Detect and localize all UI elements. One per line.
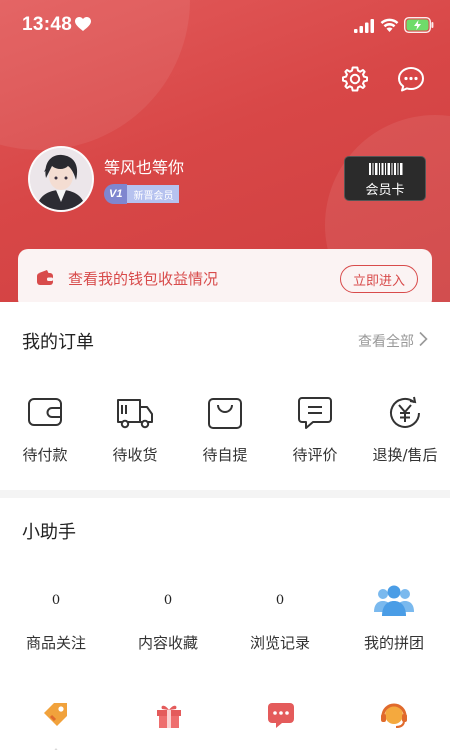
profile-header: 13:48 等风也等你 V1 新晋会员 会员卡 查看我的钱包收益情况 立即进入 bbox=[0, 0, 450, 302]
stat-label: 浏览记录 bbox=[249, 634, 310, 652]
wallet-icon bbox=[28, 398, 62, 426]
stat-value: 0 bbox=[51, 593, 61, 608]
customer-service-icon[interactable] bbox=[379, 700, 409, 730]
order-label: 待收货 bbox=[112, 446, 158, 464]
stat-browse-history[interactable]: 0 浏览记录 bbox=[224, 590, 336, 660]
member-level-badge[interactable]: V1 新晋会员 bbox=[104, 183, 180, 205]
barcode-icon bbox=[369, 163, 403, 175]
wifi-icon bbox=[380, 18, 399, 32]
level-name: 新晋会员 bbox=[127, 185, 180, 203]
heart-icon bbox=[75, 17, 91, 31]
partial-icon bbox=[54, 748, 58, 750]
status-bar: 13:48 bbox=[0, 0, 450, 52]
username: 等风也等你 bbox=[104, 158, 185, 177]
bag-icon bbox=[208, 398, 242, 429]
wallet-banner[interactable]: 查看我的钱包收益情况 立即进入 bbox=[18, 249, 432, 302]
settings-gear-icon[interactable] bbox=[341, 65, 369, 93]
partial-icon bbox=[268, 740, 294, 750]
coupon-tag-icon[interactable] bbox=[41, 700, 71, 730]
order-label: 待评价 bbox=[292, 446, 338, 464]
order-returns-aftersales[interactable]: 退换/售后 bbox=[360, 394, 450, 484]
status-time: 13:48 bbox=[22, 14, 73, 35]
stat-label: 我的拼团 bbox=[363, 634, 424, 652]
vip-card-button[interactable]: 会员卡 bbox=[344, 156, 426, 201]
orders-section: 我的订单 查看全部 待付款 待收货 待自提 待评价 退换/售后 bbox=[0, 302, 450, 490]
order-label: 待付款 bbox=[22, 446, 68, 464]
stat-content-favorites[interactable]: 0 内容收藏 bbox=[112, 590, 224, 660]
section-divider bbox=[0, 490, 450, 498]
chat-bubble-icon[interactable] bbox=[266, 700, 296, 730]
order-pending-payment[interactable]: 待付款 bbox=[0, 394, 90, 484]
order-label: 待自提 bbox=[202, 446, 248, 464]
stat-label: 商品关注 bbox=[25, 634, 86, 652]
vip-card-label: 会员卡 bbox=[365, 183, 405, 198]
stat-label: 内容收藏 bbox=[137, 634, 198, 652]
avatar[interactable] bbox=[28, 146, 94, 212]
group-icon bbox=[374, 585, 414, 616]
order-pending-review[interactable]: 待评价 bbox=[270, 394, 360, 484]
yen-refund-icon bbox=[390, 396, 420, 428]
signal-icon bbox=[354, 19, 374, 33]
gift-icon[interactable] bbox=[154, 700, 184, 730]
message-icon[interactable] bbox=[397, 65, 425, 93]
avatar-illustration bbox=[30, 148, 92, 210]
order-label: 退换/售后 bbox=[372, 446, 438, 464]
battery-charging-icon bbox=[404, 17, 434, 33]
partial-icon bbox=[381, 740, 407, 750]
truck-icon bbox=[117, 399, 153, 429]
partial-icon bbox=[156, 740, 182, 750]
wallet-enter-button[interactable]: 立即进入 bbox=[340, 265, 418, 293]
stat-value: 0 bbox=[275, 593, 285, 608]
order-self-pickup[interactable]: 待自提 bbox=[180, 394, 270, 484]
chevron-right-icon[interactable] bbox=[418, 331, 428, 347]
stat-product-follows[interactable]: 0 商品关注 bbox=[0, 590, 112, 660]
comment-icon bbox=[298, 397, 332, 429]
wallet-icon bbox=[37, 270, 53, 285]
assistant-title: 小助手 bbox=[22, 522, 76, 543]
wallet-text: 查看我的钱包收益情况 bbox=[68, 270, 219, 288]
stat-value: 0 bbox=[163, 593, 173, 608]
level-badge: V1 bbox=[104, 184, 128, 204]
order-pending-receipt[interactable]: 待收货 bbox=[90, 394, 180, 484]
orders-title: 我的订单 bbox=[22, 332, 94, 353]
view-all-orders-link[interactable]: 查看全部 bbox=[358, 331, 414, 351]
